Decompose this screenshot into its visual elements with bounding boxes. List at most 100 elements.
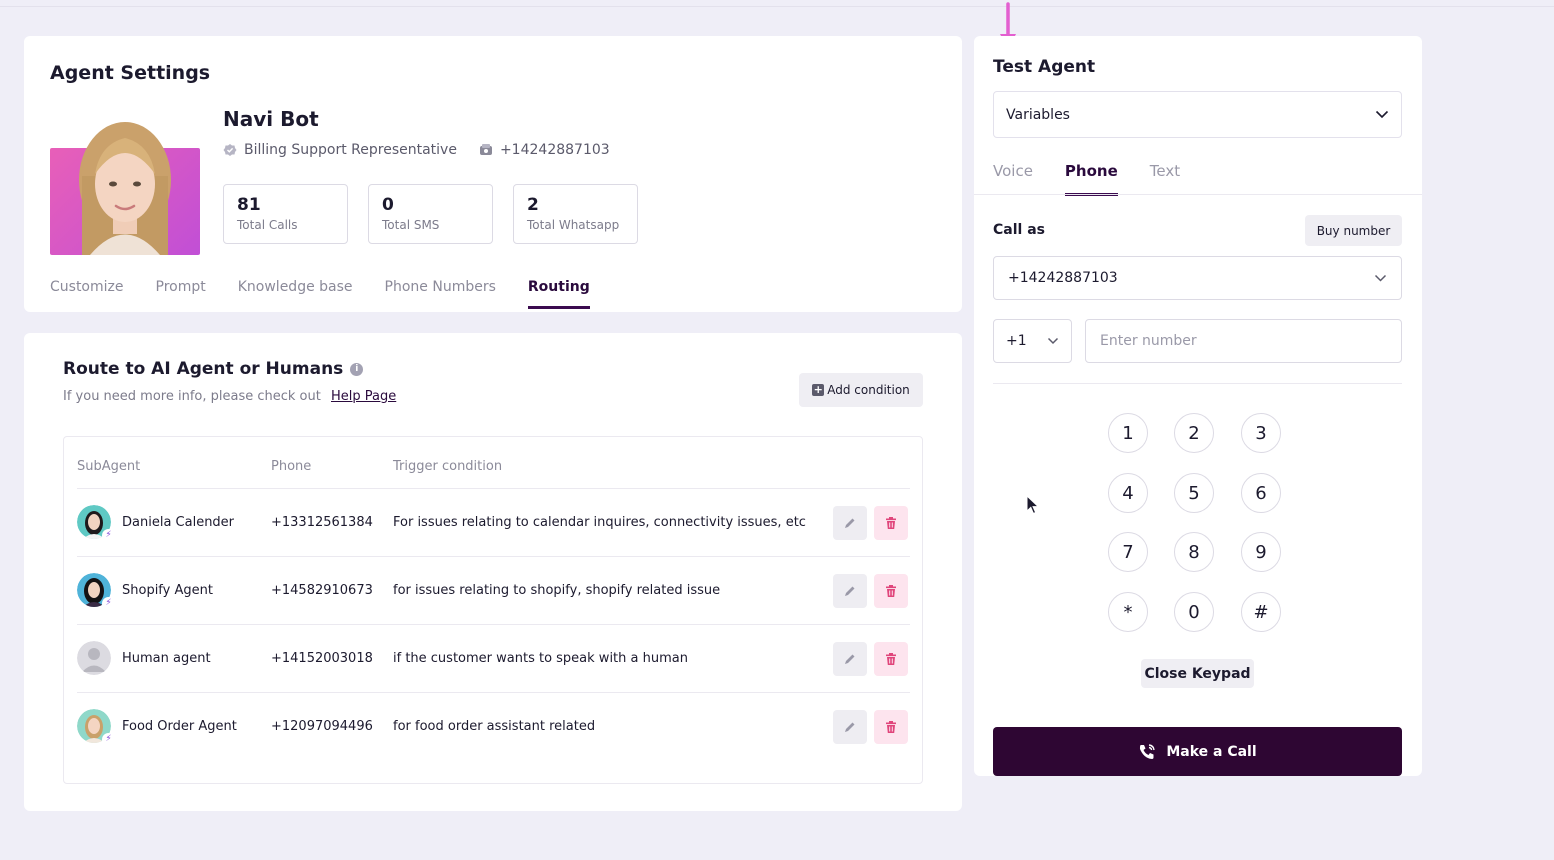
- tab-routing[interactable]: Routing: [527, 279, 590, 309]
- agent-portrait: [79, 122, 171, 255]
- trash-icon: [886, 585, 896, 597]
- phone-number-input[interactable]: [1085, 319, 1402, 363]
- agent-name: Navi Bot: [223, 107, 319, 131]
- help-page-link[interactable]: Help Page: [331, 389, 396, 404]
- key-7[interactable]: 7: [1108, 532, 1148, 572]
- settings-tabs: Customize Prompt Knowledge base Phone Nu…: [50, 279, 590, 309]
- edit-button[interactable]: [833, 642, 867, 676]
- call-as-number-dropdown[interactable]: +14242887103: [993, 256, 1402, 300]
- delete-button[interactable]: [874, 574, 908, 608]
- table-row: ⚡ Food Order Agent +12097094496 for food…: [77, 693, 910, 761]
- agent-avatar: [50, 114, 200, 255]
- key-0[interactable]: 0: [1174, 592, 1214, 632]
- edit-icon: [845, 722, 855, 732]
- edit-button[interactable]: [833, 574, 867, 608]
- edit-icon: [845, 518, 855, 528]
- edit-button[interactable]: [833, 710, 867, 744]
- phone-device-icon: [479, 144, 492, 155]
- table-header: SubAgent Phone Trigger condition: [77, 459, 910, 489]
- buy-number-button[interactable]: Buy number: [1305, 215, 1402, 246]
- subagent-name: Human agent: [122, 651, 211, 666]
- stats-row: 81 Total Calls 0 Total SMS 2 Total Whats…: [223, 184, 638, 244]
- make-call-button[interactable]: Make a Call: [993, 727, 1402, 776]
- table-row: ⚡ Shopify Agent +14582910673 for issues …: [77, 557, 910, 625]
- subagent-phone: +13312561384: [271, 515, 373, 530]
- stat-total-calls: 81 Total Calls: [223, 184, 348, 244]
- routing-subtitle: If you need more info, please check out …: [63, 389, 397, 404]
- agent-settings-card: Agent Settings Navi Bot Billing Support …: [24, 36, 962, 312]
- ai-badge-icon: ⚡: [102, 529, 115, 542]
- avatar: ⚡: [77, 709, 115, 746]
- trash-icon: [886, 653, 896, 665]
- trigger-condition: for food order assistant related: [393, 719, 596, 734]
- agent-phone: +14242887103: [499, 142, 610, 158]
- subagent-name: Food Order Agent: [122, 719, 237, 734]
- agent-meta: Billing Support Representative +14242887…: [223, 142, 610, 158]
- info-icon[interactable]: i: [350, 362, 364, 376]
- delete-button[interactable]: [874, 506, 908, 540]
- avatar: ⚡: [77, 505, 115, 542]
- key-1[interactable]: 1: [1108, 413, 1148, 453]
- keypad-divider: [993, 383, 1402, 384]
- key-5[interactable]: 5: [1174, 473, 1214, 513]
- avatar: [77, 641, 111, 675]
- routing-card: Route to AI Agent or Humans i If you nee…: [24, 333, 962, 811]
- call-as-label: Call as: [993, 222, 1045, 238]
- tab-voice[interactable]: Voice: [993, 162, 1033, 196]
- chevron-down-icon: [1047, 337, 1059, 345]
- tab-text[interactable]: Text: [1150, 162, 1180, 196]
- ai-badge-icon: ⚡: [102, 733, 115, 746]
- test-agent-title: Test Agent: [993, 57, 1096, 77]
- tabs-divider: [974, 194, 1422, 195]
- key-hash[interactable]: #: [1241, 592, 1281, 632]
- agent-role: Billing Support Representative: [244, 142, 457, 158]
- ai-badge-icon: ⚡: [102, 597, 115, 610]
- key-8[interactable]: 8: [1174, 532, 1214, 572]
- plus-icon: +: [812, 383, 825, 396]
- trigger-condition: For issues relating to calendar inquires…: [393, 515, 806, 530]
- mouse-cursor-icon: [1026, 495, 1040, 515]
- key-3[interactable]: 3: [1241, 413, 1281, 453]
- key-9[interactable]: 9: [1241, 532, 1281, 572]
- routing-table: SubAgent Phone Trigger condition ⚡ Danie…: [63, 436, 923, 784]
- tab-knowledge-base[interactable]: Knowledge base: [238, 279, 353, 309]
- close-keypad-button[interactable]: Close Keypad: [1141, 659, 1254, 688]
- phone-call-icon: [1140, 743, 1156, 759]
- tab-prompt[interactable]: Prompt: [156, 279, 206, 309]
- key-4[interactable]: 4: [1108, 473, 1148, 513]
- trash-icon: [886, 517, 896, 529]
- key-2[interactable]: 2: [1174, 413, 1214, 453]
- subagent-phone: +14582910673: [271, 583, 373, 598]
- delete-button[interactable]: [874, 642, 908, 676]
- page-title: Agent Settings: [50, 62, 211, 84]
- subagent-name: Shopify Agent: [122, 583, 213, 598]
- edit-button[interactable]: [833, 506, 867, 540]
- country-code-dropdown[interactable]: +1: [993, 319, 1072, 363]
- tab-phone-numbers[interactable]: Phone Numbers: [385, 279, 496, 309]
- trash-icon: [886, 721, 896, 733]
- key-star[interactable]: *: [1108, 592, 1148, 632]
- tab-phone[interactable]: Phone: [1064, 162, 1118, 196]
- col-trigger-condition: Trigger condition: [393, 459, 503, 474]
- test-agent-panel: Test Agent Variables Voice Phone Text Ca…: [974, 36, 1422, 776]
- edit-icon: [845, 654, 855, 664]
- subagent-phone: +12097094496: [271, 719, 373, 734]
- table-row: Human agent +14152003018 if the customer…: [77, 625, 910, 693]
- col-subagent: SubAgent: [77, 459, 141, 474]
- delete-button[interactable]: [874, 710, 908, 744]
- key-6[interactable]: 6: [1241, 473, 1281, 513]
- subagent-phone: +14152003018: [271, 651, 373, 666]
- subagent-name: Daniela Calender: [122, 515, 235, 530]
- variables-dropdown[interactable]: Variables: [993, 91, 1402, 138]
- stat-total-sms: 0 Total SMS: [368, 184, 493, 244]
- stat-total-whatsapp: 2 Total Whatsapp: [513, 184, 638, 244]
- tab-customize[interactable]: Customize: [50, 279, 124, 309]
- trigger-condition: for issues relating to shopify, shopify …: [393, 583, 721, 598]
- add-condition-button[interactable]: + Add condition: [799, 373, 923, 407]
- verified-badge-icon: [223, 144, 237, 156]
- table-row: ⚡ Daniela Calender +13312561384 For issu…: [77, 489, 910, 557]
- col-phone: Phone: [271, 459, 312, 474]
- chevron-down-icon: [1375, 110, 1389, 119]
- edit-icon: [845, 586, 855, 596]
- routing-title: Route to AI Agent or Humans i: [63, 359, 364, 379]
